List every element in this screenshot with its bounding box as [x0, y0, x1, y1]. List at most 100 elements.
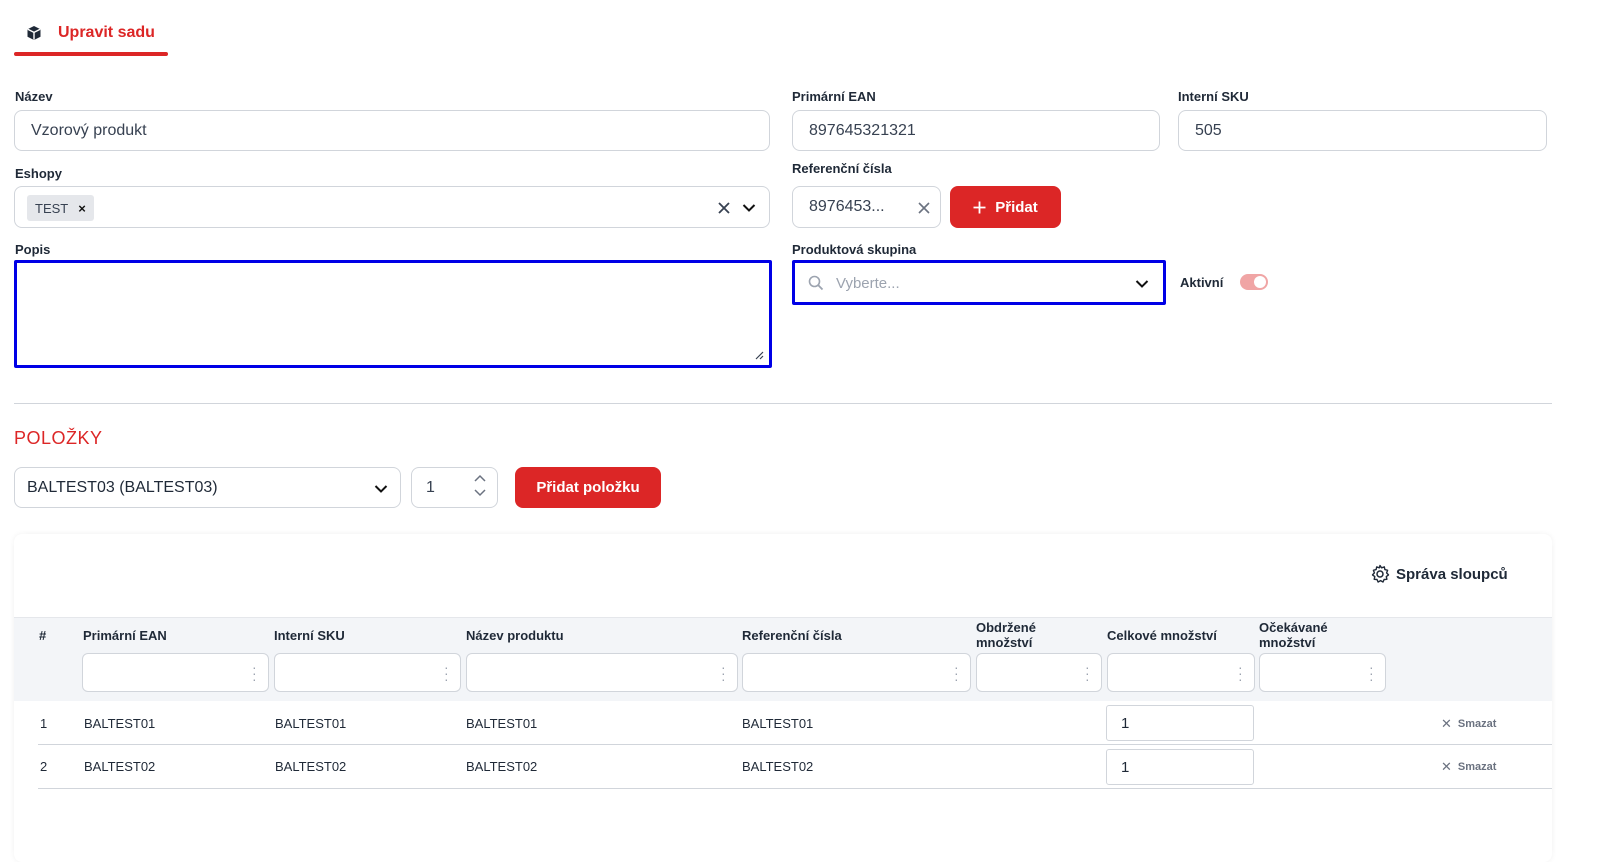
row-internal-sku: BALTEST02 — [275, 759, 347, 774]
column-header-expected-qty-line1: Očekávané — [1259, 620, 1328, 635]
row-index: 2 — [40, 759, 48, 774]
plus-icon — [973, 201, 986, 213]
filter-primary-ean[interactable]: · · · — [82, 653, 269, 692]
filter-received-qty[interactable]: · · · — [976, 653, 1102, 692]
items-section-title: POLOŽKY — [14, 428, 103, 448]
internal-sku-label: Interní SKU — [1178, 89, 1249, 104]
more-vertical-icon[interactable]: · · · — [954, 660, 959, 686]
gear-icon — [1371, 564, 1390, 583]
close-icon: ✕ — [1441, 759, 1452, 774]
column-header-received-qty-line1: Obdržené — [976, 620, 1036, 635]
table-row: 1 BALTEST01 BALTEST01 BALTEST01 BALTEST0… — [14, 701, 1552, 745]
chevron-down-icon[interactable] — [742, 202, 756, 214]
reference-numbers-label: Referenční čísla — [792, 161, 892, 176]
row-product-name: BALTEST02 — [466, 759, 538, 774]
row-reference-numbers: BALTEST01 — [742, 716, 814, 731]
more-vertical-icon[interactable]: · · · — [252, 660, 257, 686]
column-header-reference-numbers[interactable]: Referenční čísla — [742, 628, 842, 643]
column-header-received-qty[interactable]: Obdržené množství — [976, 620, 1036, 650]
resize-handle-icon[interactable] — [754, 350, 764, 360]
row-total-qty-value: 1 — [1121, 714, 1130, 732]
table-row: 2 BALTEST02 BALTEST02 BALTEST02 BALTEST0… — [14, 745, 1552, 788]
name-label: Název — [15, 89, 53, 104]
filter-total-qty[interactable]: · · · — [1107, 653, 1255, 692]
column-header-total-qty[interactable]: Celkové množství — [1107, 628, 1217, 643]
more-vertical-icon[interactable]: · · · — [721, 660, 726, 686]
row-primary-ean: BALTEST02 — [84, 759, 156, 774]
internal-sku-input[interactable]: 505 — [1178, 110, 1547, 151]
row-primary-ean: BALTEST01 — [84, 716, 156, 731]
manage-columns-button[interactable]: Správa sloupců — [1370, 564, 1508, 584]
column-header-product-name[interactable]: Název produktu — [466, 628, 564, 643]
filter-internal-sku[interactable]: · · · — [274, 653, 461, 692]
more-vertical-icon[interactable]: · · · — [1369, 660, 1374, 686]
clear-icon[interactable] — [718, 202, 730, 214]
chevron-up-icon[interactable] — [473, 473, 487, 483]
name-input[interactable]: Vzorový produkt — [14, 110, 770, 151]
column-header-index: # — [39, 628, 47, 643]
chevron-down-icon — [374, 485, 388, 493]
filter-reference-numbers[interactable]: · · · — [742, 653, 971, 692]
product-group-placeholder: Vyberte... — [836, 275, 900, 292]
column-header-internal-sku[interactable]: Interní SKU — [274, 628, 345, 643]
delete-label: Smazat — [1457, 718, 1497, 730]
section-divider — [14, 403, 1552, 404]
tab-edit-set[interactable]: Upravit sadu — [14, 14, 168, 56]
row-total-qty-input[interactable]: 1 — [1106, 705, 1254, 741]
search-icon — [808, 275, 824, 291]
product-select-value: BALTEST03 (BALTEST03) — [27, 478, 218, 496]
primary-ean-label: Primární EAN — [792, 89, 876, 104]
box-icon — [27, 26, 41, 40]
column-header-primary-ean[interactable]: Primární EAN — [83, 628, 167, 643]
add-reference-label: Přidat — [995, 198, 1038, 216]
eshops-label: Eshopy — [15, 166, 62, 181]
row-total-qty-value: 1 — [1121, 758, 1130, 776]
row-product-name: BALTEST01 — [466, 716, 538, 731]
active-toggle[interactable] — [1240, 274, 1268, 290]
add-reference-button[interactable]: Přidat — [950, 186, 1061, 228]
tab-label: Upravit sadu — [58, 24, 155, 41]
row-internal-sku: BALTEST01 — [275, 716, 347, 731]
product-group-select[interactable]: Vyberte... — [792, 260, 1166, 305]
row-total-qty-input[interactable]: 1 — [1106, 749, 1254, 785]
chevron-down-icon — [1135, 280, 1149, 288]
primary-ean-input[interactable]: 897645321321 — [792, 110, 1160, 151]
quantity-stepper[interactable]: 1 — [411, 467, 498, 508]
more-vertical-icon[interactable]: · · · — [444, 660, 449, 686]
column-header-expected-qty-line2: množství — [1259, 635, 1316, 650]
column-header-expected-qty[interactable]: Očekávané množství — [1259, 620, 1328, 650]
quantity-value: 1 — [426, 478, 435, 496]
delete-label: Smazat — [1457, 761, 1497, 773]
eshops-multiselect[interactable]: TEST × — [14, 186, 770, 228]
add-item-label: Přidat položku — [536, 479, 640, 496]
row-index: 1 — [40, 716, 48, 731]
description-label: Popis — [15, 242, 51, 257]
active-label: Aktivní — [1180, 275, 1224, 290]
delete-row-button[interactable]: ✕ Smazat — [1441, 759, 1496, 775]
chevron-down-icon[interactable] — [473, 488, 487, 498]
add-item-button[interactable]: Přidat položku — [515, 467, 661, 508]
description-textarea[interactable] — [14, 260, 772, 368]
more-vertical-icon[interactable]: · · · — [1238, 660, 1243, 686]
row-reference-numbers: BALTEST02 — [742, 759, 814, 774]
internal-sku-value: 505 — [1195, 121, 1222, 139]
product-select[interactable]: BALTEST03 (BALTEST03) — [14, 467, 401, 508]
row-divider — [38, 788, 1552, 789]
tab-active-indicator — [14, 52, 168, 56]
chip-remove-icon[interactable]: × — [78, 201, 86, 216]
filter-expected-qty[interactable]: · · · — [1259, 653, 1386, 692]
filter-product-name[interactable]: · · · — [466, 653, 738, 692]
close-icon: ✕ — [1441, 716, 1452, 731]
eshop-chip-label: TEST — [35, 200, 69, 216]
eshop-chip-test: TEST × — [27, 195, 94, 221]
reference-number-input[interactable]: 8976453... — [792, 186, 941, 228]
manage-columns-label: Správa sloupců — [1396, 565, 1508, 583]
product-group-label: Produktová skupina — [792, 242, 917, 257]
column-header-received-qty-line2: množství — [976, 635, 1033, 650]
more-vertical-icon[interactable]: · · · — [1085, 660, 1090, 686]
reference-number-value: 8976453... — [809, 198, 885, 215]
primary-ean-value: 897645321321 — [809, 121, 916, 139]
name-value: Vzorový produkt — [31, 121, 147, 139]
clear-icon[interactable] — [918, 202, 930, 214]
delete-row-button[interactable]: ✕ Smazat — [1441, 716, 1496, 732]
